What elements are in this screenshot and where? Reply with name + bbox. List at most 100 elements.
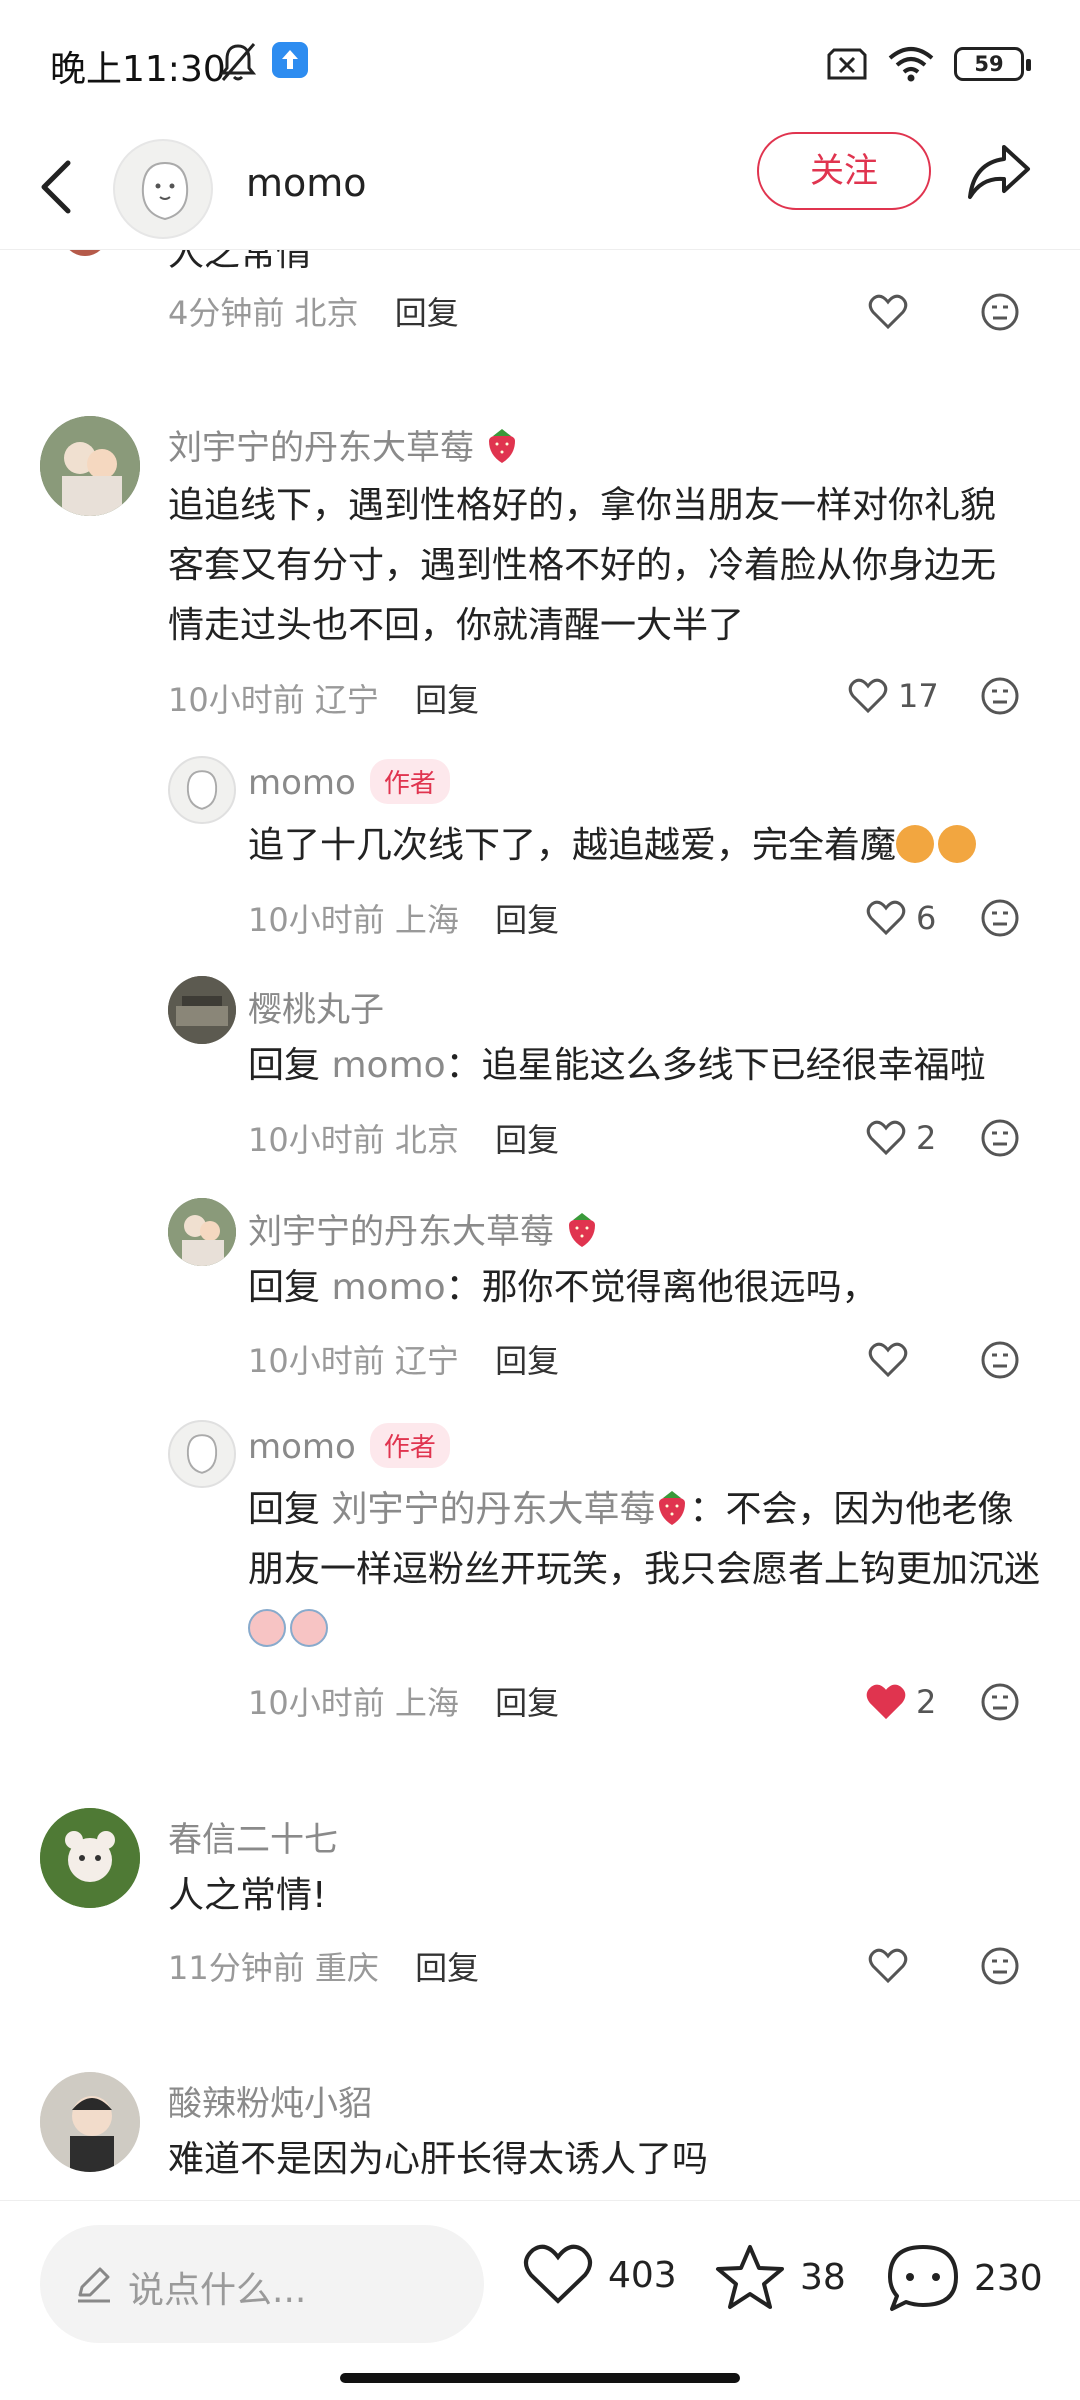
like-button[interactable] [868,290,908,334]
avatar[interactable] [168,1198,236,1266]
author-name[interactable]: momo [248,1427,356,1467]
comment-time: 10小时前 [248,1342,385,1380]
strawberry-emoji-icon [488,429,515,463]
comment-list: 人之常情 4分钟前 北京 回复 刘宇宁的丹东大草莓 追追线下，遇到性格好的，拿你… [0,250,1080,2200]
like-button[interactable]: 2 [866,1680,936,1724]
reply-button[interactable]: 回复 [495,1684,559,1722]
reply-meta: 10小时前 上海 回复 [248,895,559,941]
collect-button[interactable]: 38 [714,2243,846,2311]
comment-time: 10小时前 [248,1684,385,1722]
no-sim-icon [827,48,867,80]
author-name[interactable]: momo [248,763,356,803]
comment-meta: 4分钟前 北京 回复 [168,288,459,334]
like-button[interactable] [868,1944,908,1988]
upload-notification-icon [272,42,308,78]
reply-meta: 10小时前 辽宁 回复 [248,1336,559,1382]
home-indicator[interactable] [340,2373,740,2383]
comment-location: 上海 [394,1684,459,1722]
like-count: 17 [898,677,939,715]
comment-time: 4分钟前 [168,294,285,332]
follow-button[interactable]: 关注 [757,132,931,210]
emoji-react-icon[interactable] [980,1118,1020,1158]
reply-button[interactable]: 回复 [415,1949,479,1987]
back-arrow-icon[interactable] [28,147,88,227]
reply-content: 追了十几次线下了，越追越爱，完全着魔 [248,825,897,866]
reply-button[interactable]: 回复 [495,1121,559,1159]
dizzy-face-emoji-icon [248,1609,286,1647]
status-indicators: 59 [826,44,1031,84]
reply-author[interactable]: 樱桃丸子 [248,982,384,1031]
comment-location: 辽宁 [314,681,379,719]
heart-icon [848,678,888,714]
reply-button[interactable]: 回复 [415,681,479,719]
like-count: 6 [916,899,937,937]
post-like-count: 403 [608,2254,677,2296]
reply-to-user[interactable]: momo [331,1267,445,1308]
comment-author[interactable]: 酸辣粉炖小貂 [168,2076,372,2125]
reply-content: ：追星能这么多线下已经很幸福啦 [445,1045,986,1086]
heart-icon [866,900,906,936]
battery-indicator: 59 [954,47,1031,81]
reply-button[interactable]: 回复 [495,901,559,939]
comment-time: 11分钟前 [168,1949,305,1987]
author-name[interactable]: momo [246,161,367,205]
reply-meta: 10小时前 北京 回复 [248,1115,559,1161]
avatar[interactable] [40,416,140,516]
author-name[interactable]: 刘宇宁的丹东大草莓 [248,1212,554,1252]
like-button[interactable]: 2 [866,1116,936,1160]
reply-button[interactable]: 回复 [395,294,459,332]
reply-content: ：那你不觉得离他很远吗， [445,1267,878,1308]
like-post-button[interactable]: 403 [522,2243,677,2307]
star-icon [716,2245,784,2309]
like-button[interactable] [868,1338,908,1382]
comment-meta: 11分钟前 重庆 回复 [168,1943,479,1989]
crying-cat-emoji-icon [896,825,935,863]
reply-button[interactable]: 回复 [495,1342,559,1380]
dizzy-face-emoji-icon [290,1609,328,1647]
bottom-action-bar: 说点什么... 403 38 230 [0,2200,1080,2400]
comment-time: 10小时前 [248,1121,385,1159]
emoji-react-icon[interactable] [980,292,1020,332]
like-button[interactable]: 17 [848,674,939,718]
comment-location: 重庆 [314,1949,379,1987]
reply-text: 回复 刘宇宁的丹东大草莓 ：不会，因为他老像朋友一样逗粉丝开玩笑，我只会愿者上钩更… [248,1480,1048,1660]
avatar[interactable] [168,756,236,824]
author-name[interactable]: 刘宇宁的丹东大草莓 [168,428,474,468]
app-header: momo 关注 [0,125,1080,250]
comment-author[interactable]: 刘宇宁的丹东大草莓 [168,420,519,469]
emoji-react-icon[interactable] [980,1682,1020,1722]
strawberry-emoji-icon [568,1213,595,1247]
avatar[interactable] [168,1420,236,1488]
comment-author[interactable]: 春信二十七 [168,1812,338,1861]
reply-prefix: 回复 [248,1489,321,1530]
like-count: 2 [916,1119,937,1157]
share-icon[interactable] [964,141,1032,201]
comment-button[interactable]: 230 [886,2243,1043,2313]
author-avatar[interactable] [113,139,213,239]
comment-location: 北京 [394,1121,459,1159]
emoji-react-icon[interactable] [980,898,1020,938]
comment-input[interactable]: 说点什么... [40,2225,484,2343]
reply-to-user[interactable]: momo [331,1045,445,1086]
reply-author: momo 作者 [248,1423,450,1471]
reply-prefix: 回复 [248,1045,321,1086]
comment-location: 辽宁 [394,1342,459,1380]
avatar[interactable] [62,250,108,256]
avatar[interactable] [168,976,236,1044]
avatar[interactable] [40,2072,140,2172]
emoji-react-icon[interactable] [980,676,1020,716]
like-button[interactable]: 6 [866,896,936,940]
comment-input-placeholder: 说点什么... [128,2270,307,2311]
reply-to-user[interactable]: 刘宇宁的丹东大草莓 [331,1489,655,1530]
comment-bubble-icon [888,2245,958,2311]
comment-text: 难道不是因为心肝长得太诱人了吗 [168,2139,709,2180]
emoji-react-icon[interactable] [980,1340,1020,1380]
avatar[interactable] [40,1808,140,1908]
comment-text: 追追线下，遇到性格好的，拿你当朋友一样对你礼貌客套又有分寸，遇到性格不好的，冷着… [168,485,997,646]
emoji-react-icon[interactable] [980,1946,1020,1986]
comment-location: 上海 [394,901,459,939]
reply-author: 刘宇宁的丹东大草莓 [248,1204,599,1253]
heart-icon [868,1948,908,1984]
status-bar: 晚上11:30 59 [0,0,1080,125]
comment-count: 230 [974,2257,1043,2299]
